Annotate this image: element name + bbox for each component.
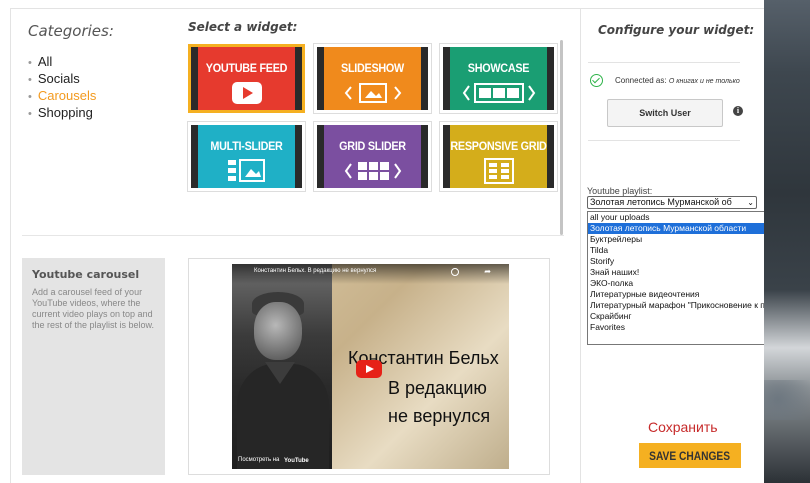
- youtube-video-player[interactable]: Константин Бельх. В редакцию не вернулся…: [232, 264, 509, 469]
- bullet-icon: •: [28, 74, 32, 86]
- bullet-icon: •: [28, 57, 32, 69]
- background-glow: [764, 380, 810, 420]
- connected-status: Connected as: О книгах и не только: [615, 76, 740, 85]
- tile-multi-slider[interactable]: MULTI-SLIDER: [187, 121, 306, 192]
- config-divider: [588, 140, 740, 141]
- responsive-grid-icon: [443, 158, 554, 184]
- video-caption-line3: не вернулся: [388, 406, 491, 426]
- widget-builder: Categories: • All • Socials • Carousels • Sh…: [0, 0, 810, 483]
- video-title[interactable]: Константин Бельх. В редакцию не вернулся: [254, 268, 376, 274]
- save-changes-button[interactable]: SAVE CHANGES: [639, 443, 741, 468]
- multi-slider-icon: [191, 159, 302, 183]
- category-label: Socials: [37, 71, 80, 86]
- widget-description-title: Youtube carousel: [32, 268, 140, 281]
- column-divider: [580, 8, 581, 483]
- categories-list: • All • Socials • Carousels • Shopping: [28, 54, 96, 122]
- connected-user: О книгах и не только: [668, 78, 740, 85]
- chevron-down-icon: ⌄: [745, 197, 754, 208]
- playlist-selected-value: Золотая летопись Мурманской об: [590, 197, 732, 207]
- category-socials[interactable]: • Socials: [28, 71, 96, 88]
- slideshow-icon: [317, 81, 428, 105]
- portrait-face: [254, 302, 302, 360]
- showcase-icon: [443, 81, 554, 105]
- config-divider: [588, 62, 740, 63]
- tile-label: SHOWCASE: [467, 61, 530, 75]
- grid-slider-icon: [317, 159, 428, 183]
- video-caption-line2: В редакцию: [388, 378, 487, 398]
- connected-label: Connected as:: [615, 76, 667, 85]
- video-portrait-image: [232, 264, 332, 469]
- widget-list-scrollbar[interactable]: [560, 40, 563, 235]
- widget-description-text: Add a carousel feed of your YouTube vide…: [32, 287, 155, 330]
- video-top-bar: [232, 264, 509, 284]
- share-icon[interactable]: ➦: [484, 267, 491, 276]
- watch-later-icon[interactable]: [451, 268, 459, 276]
- youtube-logo-icon[interactable]: YouTube: [284, 458, 309, 464]
- watch-on-youtube-label[interactable]: Посмотреть на: [238, 457, 279, 463]
- info-icon[interactable]: i: [733, 106, 743, 116]
- category-shopping[interactable]: • Shopping: [28, 105, 96, 122]
- youtube-play-icon: [191, 81, 302, 105]
- youtube-play-button-icon[interactable]: [356, 360, 382, 378]
- background-window: [764, 0, 810, 483]
- select-widget-title: Select a widget:: [188, 20, 298, 34]
- category-label: Shopping: [37, 105, 93, 120]
- tile-label: MULTI-SLIDER: [210, 139, 283, 153]
- category-carousels[interactable]: • Carousels: [28, 88, 96, 105]
- playlist-select[interactable]: Золотая летопись Мурманской об ⌄: [587, 196, 757, 209]
- switch-user-button[interactable]: Switch User: [607, 99, 723, 127]
- tile-label: RESPONSIVE GRID: [450, 139, 547, 153]
- save-annotation: Сохранить: [648, 419, 718, 435]
- save-changes-label: SAVE CHANGES: [649, 448, 731, 463]
- section-divider: [22, 235, 564, 236]
- frame-border-top: [10, 8, 764, 9]
- tile-label: SLIDESHOW: [341, 61, 404, 75]
- widget-description-panel: Youtube carousel Add a carousel feed of …: [22, 258, 165, 475]
- tile-grid-slider[interactable]: GRID SLIDER: [313, 121, 432, 192]
- check-circle-icon: [590, 74, 603, 87]
- playlist-label: Youtube playlist:: [587, 186, 653, 196]
- categories-title: Categories:: [28, 22, 114, 40]
- tile-youtube-feed[interactable]: YOUTUBE FEED: [188, 44, 305, 113]
- portrait-uniform: [237, 364, 329, 469]
- widget-preview: Константин Бельх. В редакцию не вернулся…: [188, 258, 550, 475]
- tile-showcase[interactable]: SHOWCASE: [439, 43, 558, 114]
- tile-label: GRID SLIDER: [339, 139, 406, 153]
- frame-border-left: [10, 8, 11, 483]
- category-all[interactable]: • All: [28, 54, 96, 71]
- configure-title: Configure your widget:: [598, 23, 755, 37]
- tile-label: YOUTUBE FEED: [205, 61, 288, 75]
- category-label: Carousels: [37, 88, 97, 103]
- bullet-icon: •: [28, 91, 32, 103]
- tile-slideshow[interactable]: SLIDESHOW: [313, 43, 432, 114]
- bullet-icon: •: [28, 108, 32, 120]
- category-label: All: [37, 54, 53, 69]
- tile-responsive-grid[interactable]: RESPONSIVE GRID: [439, 121, 558, 192]
